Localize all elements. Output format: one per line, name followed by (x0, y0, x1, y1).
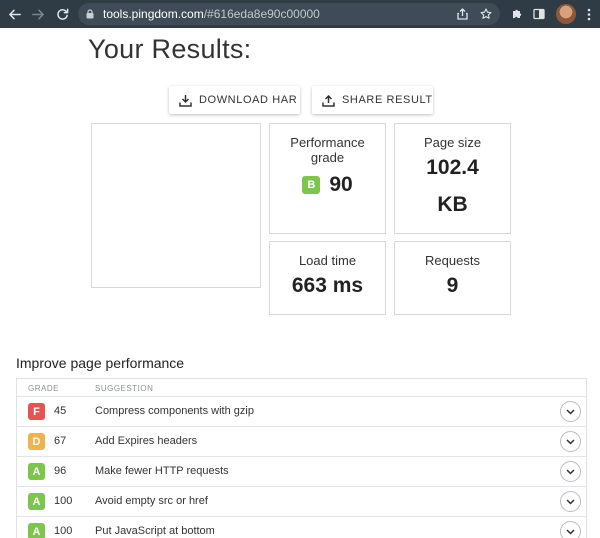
download-har-button[interactable]: DOWNLOAD HAR (169, 86, 300, 114)
chevron-down-icon (566, 438, 575, 445)
page-size-card: Page size 102.4 KB (394, 123, 511, 234)
grade-badge: D (28, 433, 45, 450)
grade-column-header: GRADE (28, 384, 59, 393)
lock-icon (86, 9, 94, 19)
back-arrow-icon[interactable] (5, 0, 23, 28)
improve-section-title: Improve page performance (16, 355, 185, 371)
table-row[interactable]: A 96 Make fewer HTTP requests (17, 456, 586, 486)
profile-avatar[interactable] (556, 4, 576, 24)
score-value: 45 (54, 405, 67, 417)
url-path: /#616eda8e90c00000 (203, 7, 320, 21)
extensions-puzzle-icon[interactable] (508, 0, 526, 28)
table-row[interactable]: A 100 Avoid empty src or href (17, 486, 586, 516)
score-value: 96 (54, 465, 67, 477)
page-screenshot-placeholder (91, 123, 261, 288)
table-row[interactable]: F 45 Compress components with gzip (17, 396, 586, 426)
grade-badge: F (28, 403, 45, 420)
requests-card: Requests 9 (394, 241, 511, 315)
load-time-value: 663 ms (291, 274, 364, 297)
table-header: GRADE SUGGESTION (17, 379, 586, 396)
suggestion-text: Compress components with gzip (95, 405, 254, 417)
expand-row-button[interactable] (560, 491, 581, 512)
page-title: Your Results: (88, 34, 252, 64)
share-page-icon[interactable] (453, 3, 471, 25)
share-upload-icon (322, 94, 335, 107)
browser-toolbar: tools.pingdom.com/#616eda8e90c00000 (0, 0, 600, 28)
url-host: tools.pingdom.com (103, 7, 204, 21)
expand-row-button[interactable] (560, 461, 581, 482)
more-menu-icon[interactable] (582, 0, 596, 28)
suggestion-text: Put JavaScript at bottom (95, 525, 215, 537)
table-row[interactable]: A 100 Put JavaScript at bottom (17, 516, 586, 538)
forward-arrow-icon[interactable] (29, 0, 47, 28)
download-icon (179, 94, 192, 107)
expand-row-button[interactable] (560, 521, 581, 538)
suggestion-text: Make fewer HTTP requests (95, 465, 229, 477)
load-time-card: Load time 663 ms (269, 241, 386, 315)
suggestion-column-header: SUGGESTION (95, 384, 154, 393)
address-bar[interactable]: tools.pingdom.com/#616eda8e90c00000 (78, 3, 500, 25)
chevron-down-icon (566, 498, 575, 505)
table-row[interactable]: D 67 Add Expires headers (17, 426, 586, 456)
requests-label: Requests (425, 253, 480, 268)
grade-badge: A (28, 493, 45, 510)
chevron-down-icon (566, 408, 575, 415)
score-value: 100 (54, 495, 73, 507)
chevron-down-icon (566, 528, 575, 535)
share-result-label: SHARE RESULT (342, 94, 433, 106)
requests-value: 9 (446, 274, 459, 297)
side-panel-icon[interactable] (530, 0, 548, 28)
performance-grade-label: Performance grade (290, 135, 365, 165)
chevron-down-icon (566, 468, 575, 475)
expand-row-button[interactable] (560, 401, 581, 422)
page-size-unit: KB (437, 193, 468, 216)
download-har-label: DOWNLOAD HAR (199, 94, 298, 106)
load-time-label: Load time (298, 253, 357, 268)
grade-badge: A (28, 523, 45, 538)
suggestion-text: Avoid empty src or href (95, 495, 208, 507)
score-value: 67 (54, 435, 67, 447)
grade-badge: A (28, 463, 45, 480)
suggestions-table: GRADE SUGGESTION F 45 Compress components … (16, 378, 587, 538)
share-result-button[interactable]: SHARE RESULT (312, 86, 433, 114)
reload-icon[interactable] (53, 0, 71, 28)
performance-grade-badge: B (302, 176, 321, 194)
performance-score: 90 (329, 173, 353, 196)
expand-row-button[interactable] (560, 431, 581, 452)
suggestion-text: Add Expires headers (95, 435, 198, 447)
url-text: tools.pingdom.com/#616eda8e90c00000 (103, 3, 320, 25)
page-size-label: Page size (423, 135, 482, 150)
page-size-value: 102.4 (426, 156, 479, 179)
score-value: 100 (54, 525, 73, 537)
performance-grade-card: Performance grade B 90 (269, 123, 386, 234)
bookmark-star-icon[interactable] (477, 3, 495, 25)
